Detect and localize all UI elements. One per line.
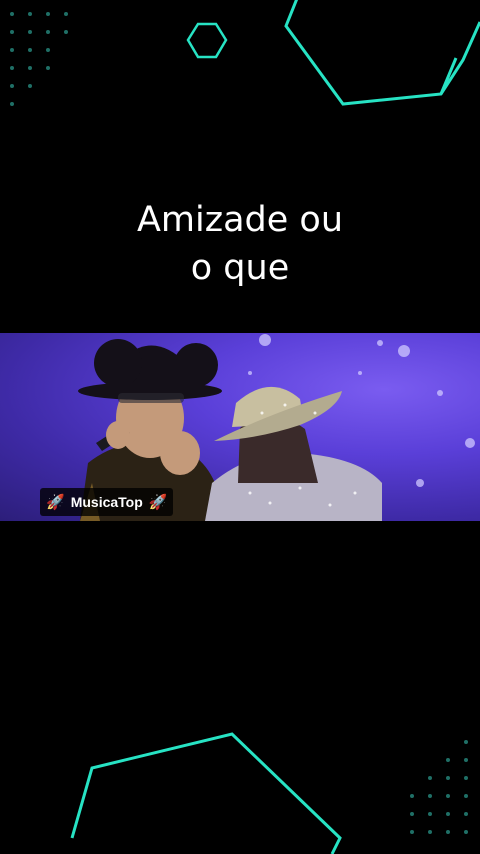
watermark-label: MusicaTop [70,494,143,510]
watermark-badge: 🚀 MusicaTop 🚀 [40,488,174,516]
rocket-icon: 🚀 [148,493,168,511]
caption-line-2: o que [190,248,290,288]
performer-right [205,386,382,521]
bottom-right-dot-grid [410,740,468,834]
caption-line-1: Amizade ou [136,200,344,240]
small-hexagon-shape [186,22,228,59]
top-right-hexagon-shape [284,0,480,106]
rocket-icon: 🚀 [46,493,65,511]
caption-text: Amizade ou o que [0,196,480,292]
bottom-hexagon-shape [70,732,342,854]
top-left-dot-grid [10,12,68,106]
